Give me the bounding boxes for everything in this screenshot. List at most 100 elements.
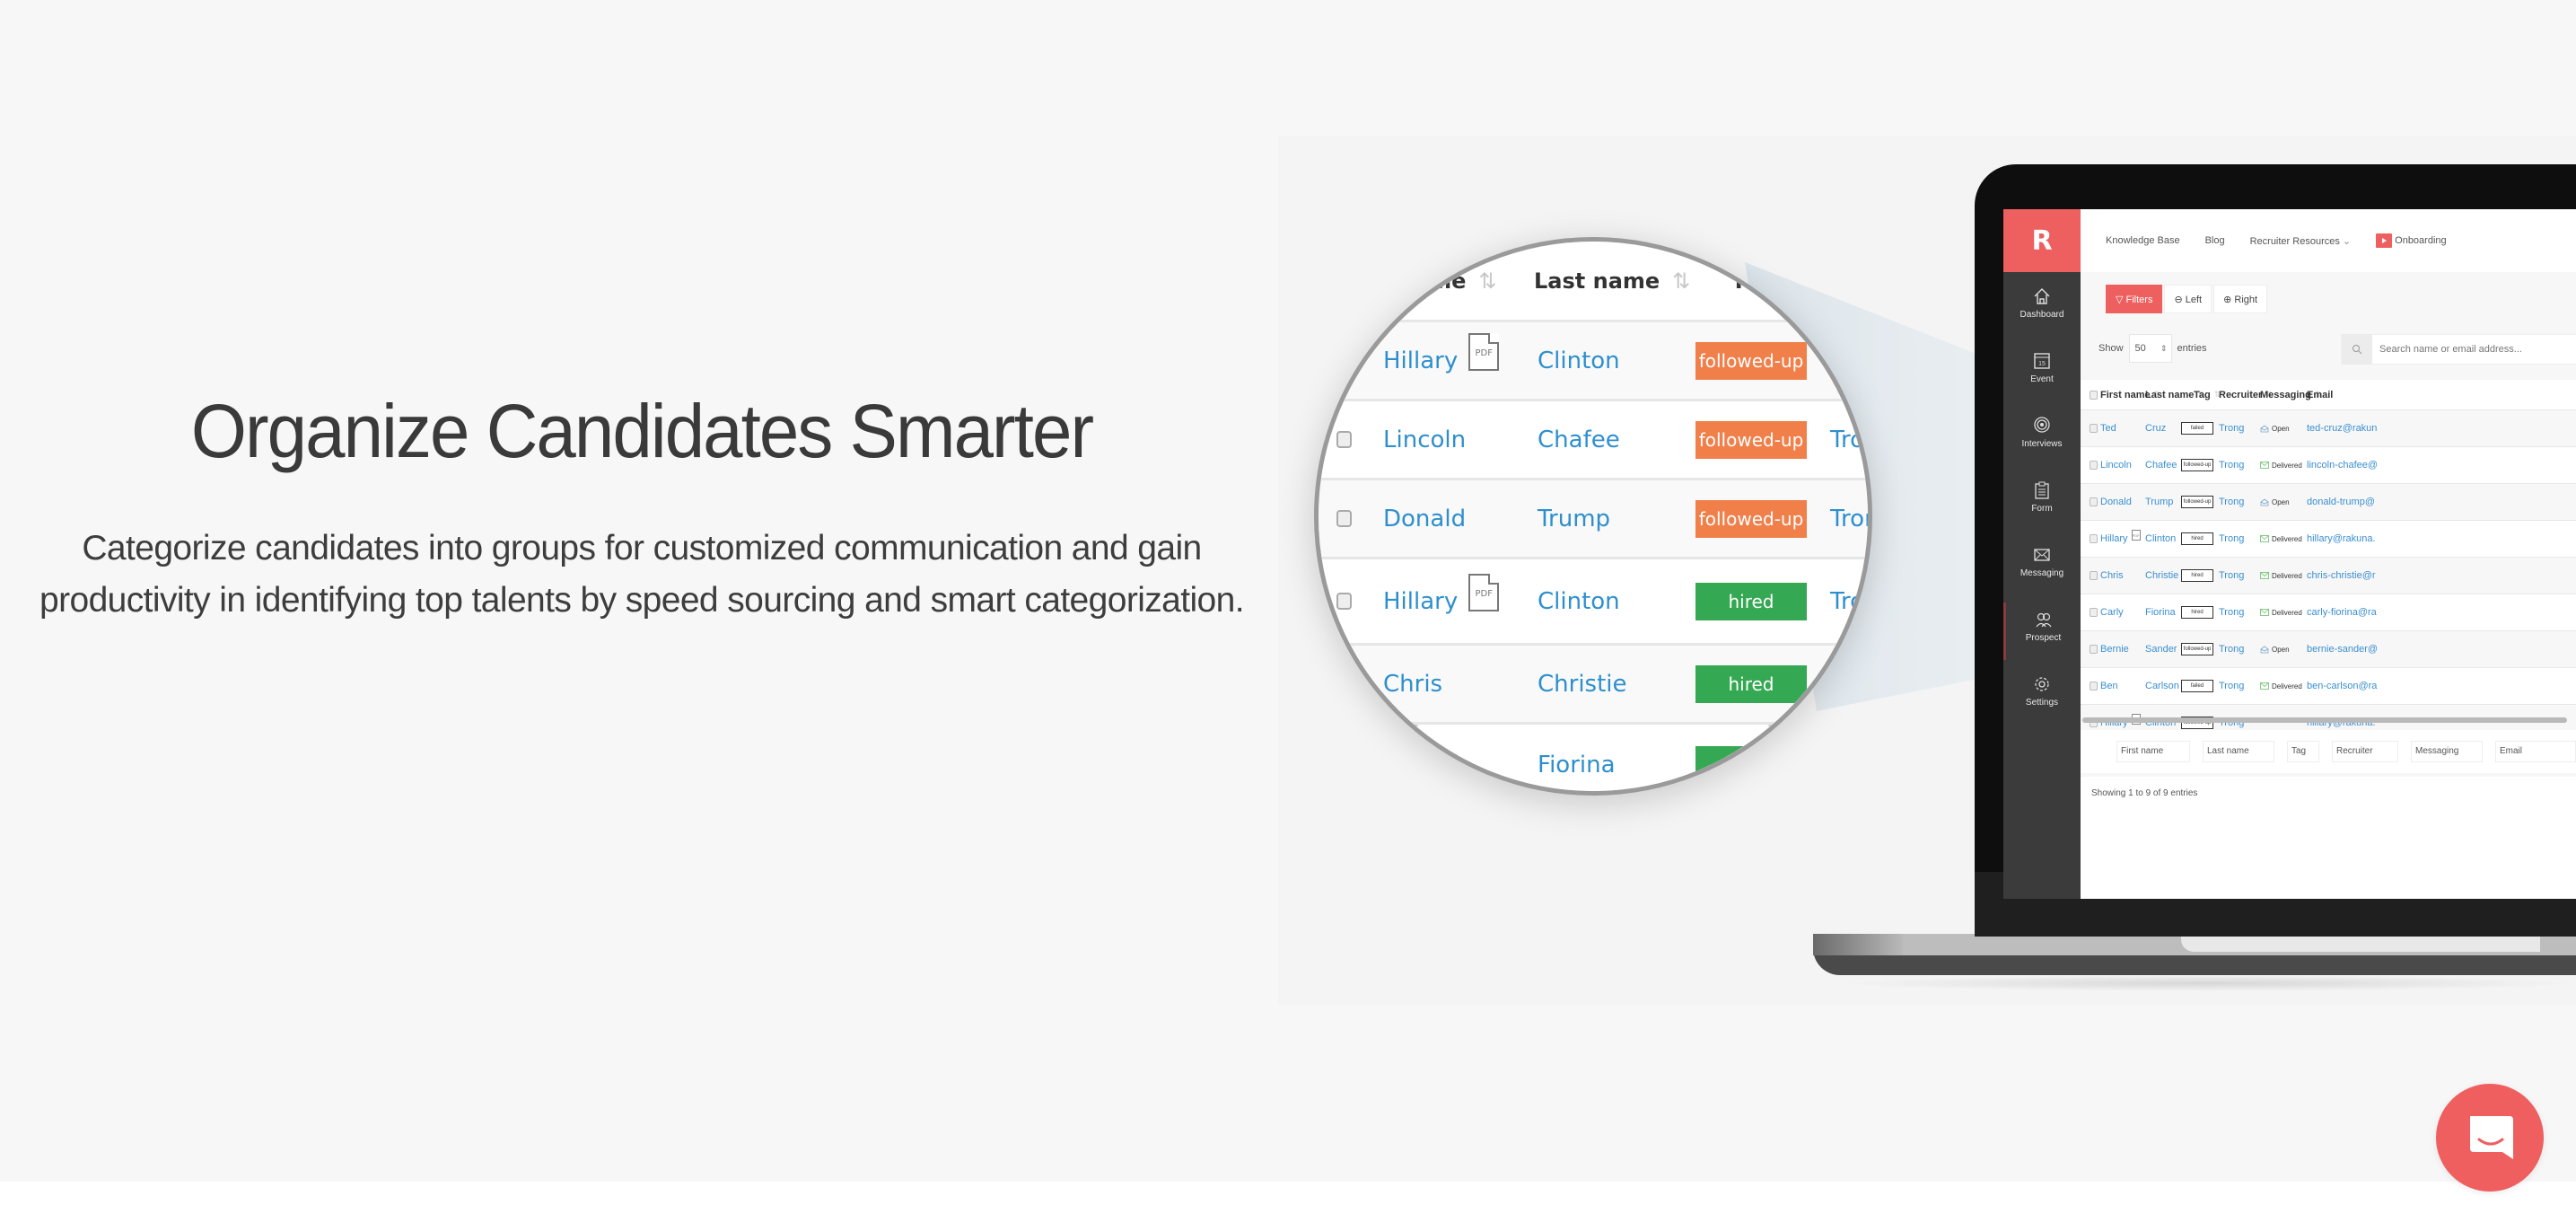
email-link[interactable]: ben-carlson@ra bbox=[2307, 681, 2377, 691]
sidebar-item-messaging[interactable]: Messaging bbox=[2003, 538, 2081, 595]
table-row[interactable]: Donald Trump followed-up Trong Open donald-tr… bbox=[2081, 484, 2576, 521]
sidebar-item-dashboard[interactable]: Dashboard bbox=[2003, 279, 2081, 337]
last-name-cell: Christie bbox=[2145, 558, 2178, 594]
last-name-link[interactable]: Fiorina bbox=[2145, 607, 2176, 618]
filters-button[interactable]: ▽ Filters bbox=[2106, 285, 2163, 313]
header-label: t name bbox=[1381, 268, 1467, 294]
select-all-checkbox[interactable] bbox=[2090, 390, 2098, 400]
header-tag[interactable]: Tag ⇅ bbox=[2194, 380, 2221, 409]
email-link[interactable]: bernie-sander@ bbox=[2307, 644, 2378, 655]
magnifier-row-checkbox bbox=[1336, 431, 1352, 448]
page-size-select[interactable]: 50 bbox=[2128, 334, 2172, 363]
recruiter-link[interactable]: Trong bbox=[2219, 570, 2244, 581]
last-name-link[interactable]: Clinton bbox=[2145, 533, 2176, 544]
first-name-link[interactable]: Chris bbox=[2100, 570, 2124, 581]
filter-last-name-input[interactable]: Last name bbox=[2203, 741, 2274, 762]
column-filter-row: First name Last name Tag Recruiter Messa… bbox=[2081, 730, 2576, 773]
sidebar-item-prospect[interactable]: Prospect bbox=[2003, 602, 2081, 660]
email-link[interactable]: lincoln-chafee@ bbox=[2307, 460, 2378, 471]
filter-recruiter-input[interactable]: Recruiter bbox=[2332, 741, 2398, 762]
envelope-delivered-icon bbox=[2260, 572, 2269, 579]
tag-badge[interactable]: hired bbox=[2181, 532, 2213, 545]
email-link[interactable]: donald-trump@ bbox=[2307, 497, 2375, 507]
sidebar-item-event[interactable]: 15 Event bbox=[2003, 344, 2081, 401]
last-name-link[interactable]: Chafee bbox=[2145, 460, 2177, 471]
first-name-link[interactable]: Hillary bbox=[2100, 533, 2128, 544]
sidebar-item-form[interactable]: Form bbox=[2003, 473, 2081, 531]
row-checkbox[interactable] bbox=[2090, 424, 2098, 433]
filter-messaging-input[interactable]: Messaging bbox=[2411, 741, 2483, 762]
last-name-link[interactable]: Trump bbox=[2145, 497, 2173, 507]
last-name-link[interactable]: Christie bbox=[2145, 570, 2178, 581]
nav-onboarding[interactable]: Onboarding bbox=[2376, 233, 2447, 248]
tag-badge[interactable]: failed bbox=[2181, 422, 2213, 435]
table-row[interactable]: Hillary PDF Clinton hired Trong Delivered hill… bbox=[2081, 521, 2576, 558]
table-row[interactable]: Lincoln Chafee followed-up Trong Delivered li… bbox=[2081, 447, 2576, 484]
messaging-status: Open bbox=[2272, 424, 2290, 433]
table-row[interactable]: Carly Fiorina hired Trong Delivered carly-fio… bbox=[2081, 594, 2576, 631]
row-checkbox[interactable] bbox=[2090, 534, 2098, 543]
row-checkbox[interactable] bbox=[2090, 571, 2098, 580]
row-checkbox-cell bbox=[2090, 447, 2098, 483]
recruiter-link[interactable]: Trong bbox=[2219, 607, 2244, 618]
email-link[interactable]: carly-fiorina@ra bbox=[2307, 607, 2377, 618]
email-link[interactable]: hillary@rakuna. bbox=[2307, 533, 2376, 544]
row-checkbox[interactable] bbox=[2090, 497, 2098, 506]
table-row[interactable]: Ted Cruz failed Trong Open ted-cruz@rakun bbox=[2081, 410, 2576, 447]
header-email[interactable]: Email bbox=[2307, 380, 2333, 409]
email-link[interactable]: ted-cruz@rakun bbox=[2307, 423, 2377, 434]
tag-cell: failed bbox=[2181, 668, 2213, 704]
tag-badge[interactable]: hired bbox=[2181, 606, 2213, 619]
nav-knowledge-base[interactable]: Knowledge Base bbox=[2106, 235, 2180, 246]
recruiter-link[interactable]: Trong bbox=[2219, 423, 2244, 434]
tag-badge[interactable]: failed bbox=[2181, 680, 2213, 692]
horizontal-scrollbar[interactable] bbox=[2082, 717, 2567, 723]
last-name-link[interactable]: Sander bbox=[2145, 644, 2177, 655]
first-name-link[interactable]: Donald bbox=[2100, 497, 2132, 507]
pdf-icon[interactable]: PDF bbox=[2131, 530, 2141, 541]
table-row[interactable]: Chris Christie hired Trong Delivered chris-ch… bbox=[2081, 558, 2576, 594]
chat-launcher-button[interactable] bbox=[2436, 1084, 2544, 1192]
last-name-link[interactable]: Cruz bbox=[2145, 423, 2166, 434]
tag-badge[interactable]: followed-up bbox=[2181, 643, 2213, 655]
filter-tag-input[interactable]: Tag bbox=[2287, 741, 2319, 762]
row-checkbox[interactable] bbox=[2090, 682, 2098, 690]
recruiter-link[interactable]: Trong bbox=[2219, 533, 2244, 544]
row-checkbox[interactable] bbox=[2090, 645, 2098, 654]
magnifier-last-name: Chafee bbox=[1538, 401, 1620, 478]
row-checkbox[interactable] bbox=[2090, 608, 2098, 617]
nav-recruiter-resources[interactable]: Recruiter Resources ⌄ bbox=[2250, 235, 2352, 247]
tag-badge[interactable]: hired bbox=[2181, 569, 2213, 582]
sidebar-item-settings[interactable]: Settings bbox=[2003, 667, 2081, 725]
recruiter-link[interactable]: Trong bbox=[2219, 497, 2244, 507]
header-label: First name bbox=[2100, 389, 2151, 400]
filter-first-name-input[interactable]: First name bbox=[2116, 741, 2190, 762]
recruiter-link[interactable]: Trong bbox=[2219, 644, 2244, 655]
sidebar-item-interviews[interactable]: Interviews bbox=[2003, 409, 2081, 466]
magnifier-last-name: Christie bbox=[1538, 646, 1627, 722]
first-name-link[interactable]: Carly bbox=[2100, 607, 2124, 618]
tag-badge[interactable]: followed-up bbox=[2181, 459, 2213, 471]
first-name-link[interactable]: Lincoln bbox=[2100, 460, 2132, 471]
row-checkbox[interactable] bbox=[2090, 461, 2098, 470]
last-name-link[interactable]: Carlson bbox=[2145, 681, 2179, 691]
first-name-link[interactable]: Ted bbox=[2100, 423, 2116, 434]
search-input[interactable]: Search name or email address... bbox=[2379, 344, 2522, 355]
magnifier-checkbox-cell bbox=[1336, 401, 1352, 478]
nav-blog[interactable]: Blog bbox=[2205, 235, 2225, 246]
recruiter-link[interactable]: Trong bbox=[2219, 460, 2244, 471]
tag-badge[interactable]: followed-up bbox=[2181, 496, 2213, 508]
table-row[interactable]: Bernie Sander followed-up Trong Open bernie-s… bbox=[2081, 631, 2576, 668]
first-name-link[interactable]: Bernie bbox=[2100, 644, 2129, 655]
filter-email-input[interactable]: Email bbox=[2495, 741, 2576, 762]
email-link[interactable]: chris-christie@r bbox=[2307, 570, 2376, 581]
left-button[interactable]: ⊖ Left bbox=[2164, 285, 2212, 313]
row-checkbox-cell bbox=[2090, 558, 2098, 594]
app-logo[interactable]: R bbox=[2003, 209, 2081, 272]
recruiter-link[interactable]: Trong bbox=[2219, 681, 2244, 691]
last-name: Christie bbox=[1538, 670, 1627, 698]
row-checkbox-cell bbox=[2090, 631, 2098, 667]
first-name-link[interactable]: Ben bbox=[2100, 681, 2118, 691]
table-row[interactable]: Ben Carlson failed Trong Delivered ben-carlso… bbox=[2081, 668, 2576, 705]
right-button[interactable]: ⊕ Right bbox=[2213, 285, 2268, 313]
